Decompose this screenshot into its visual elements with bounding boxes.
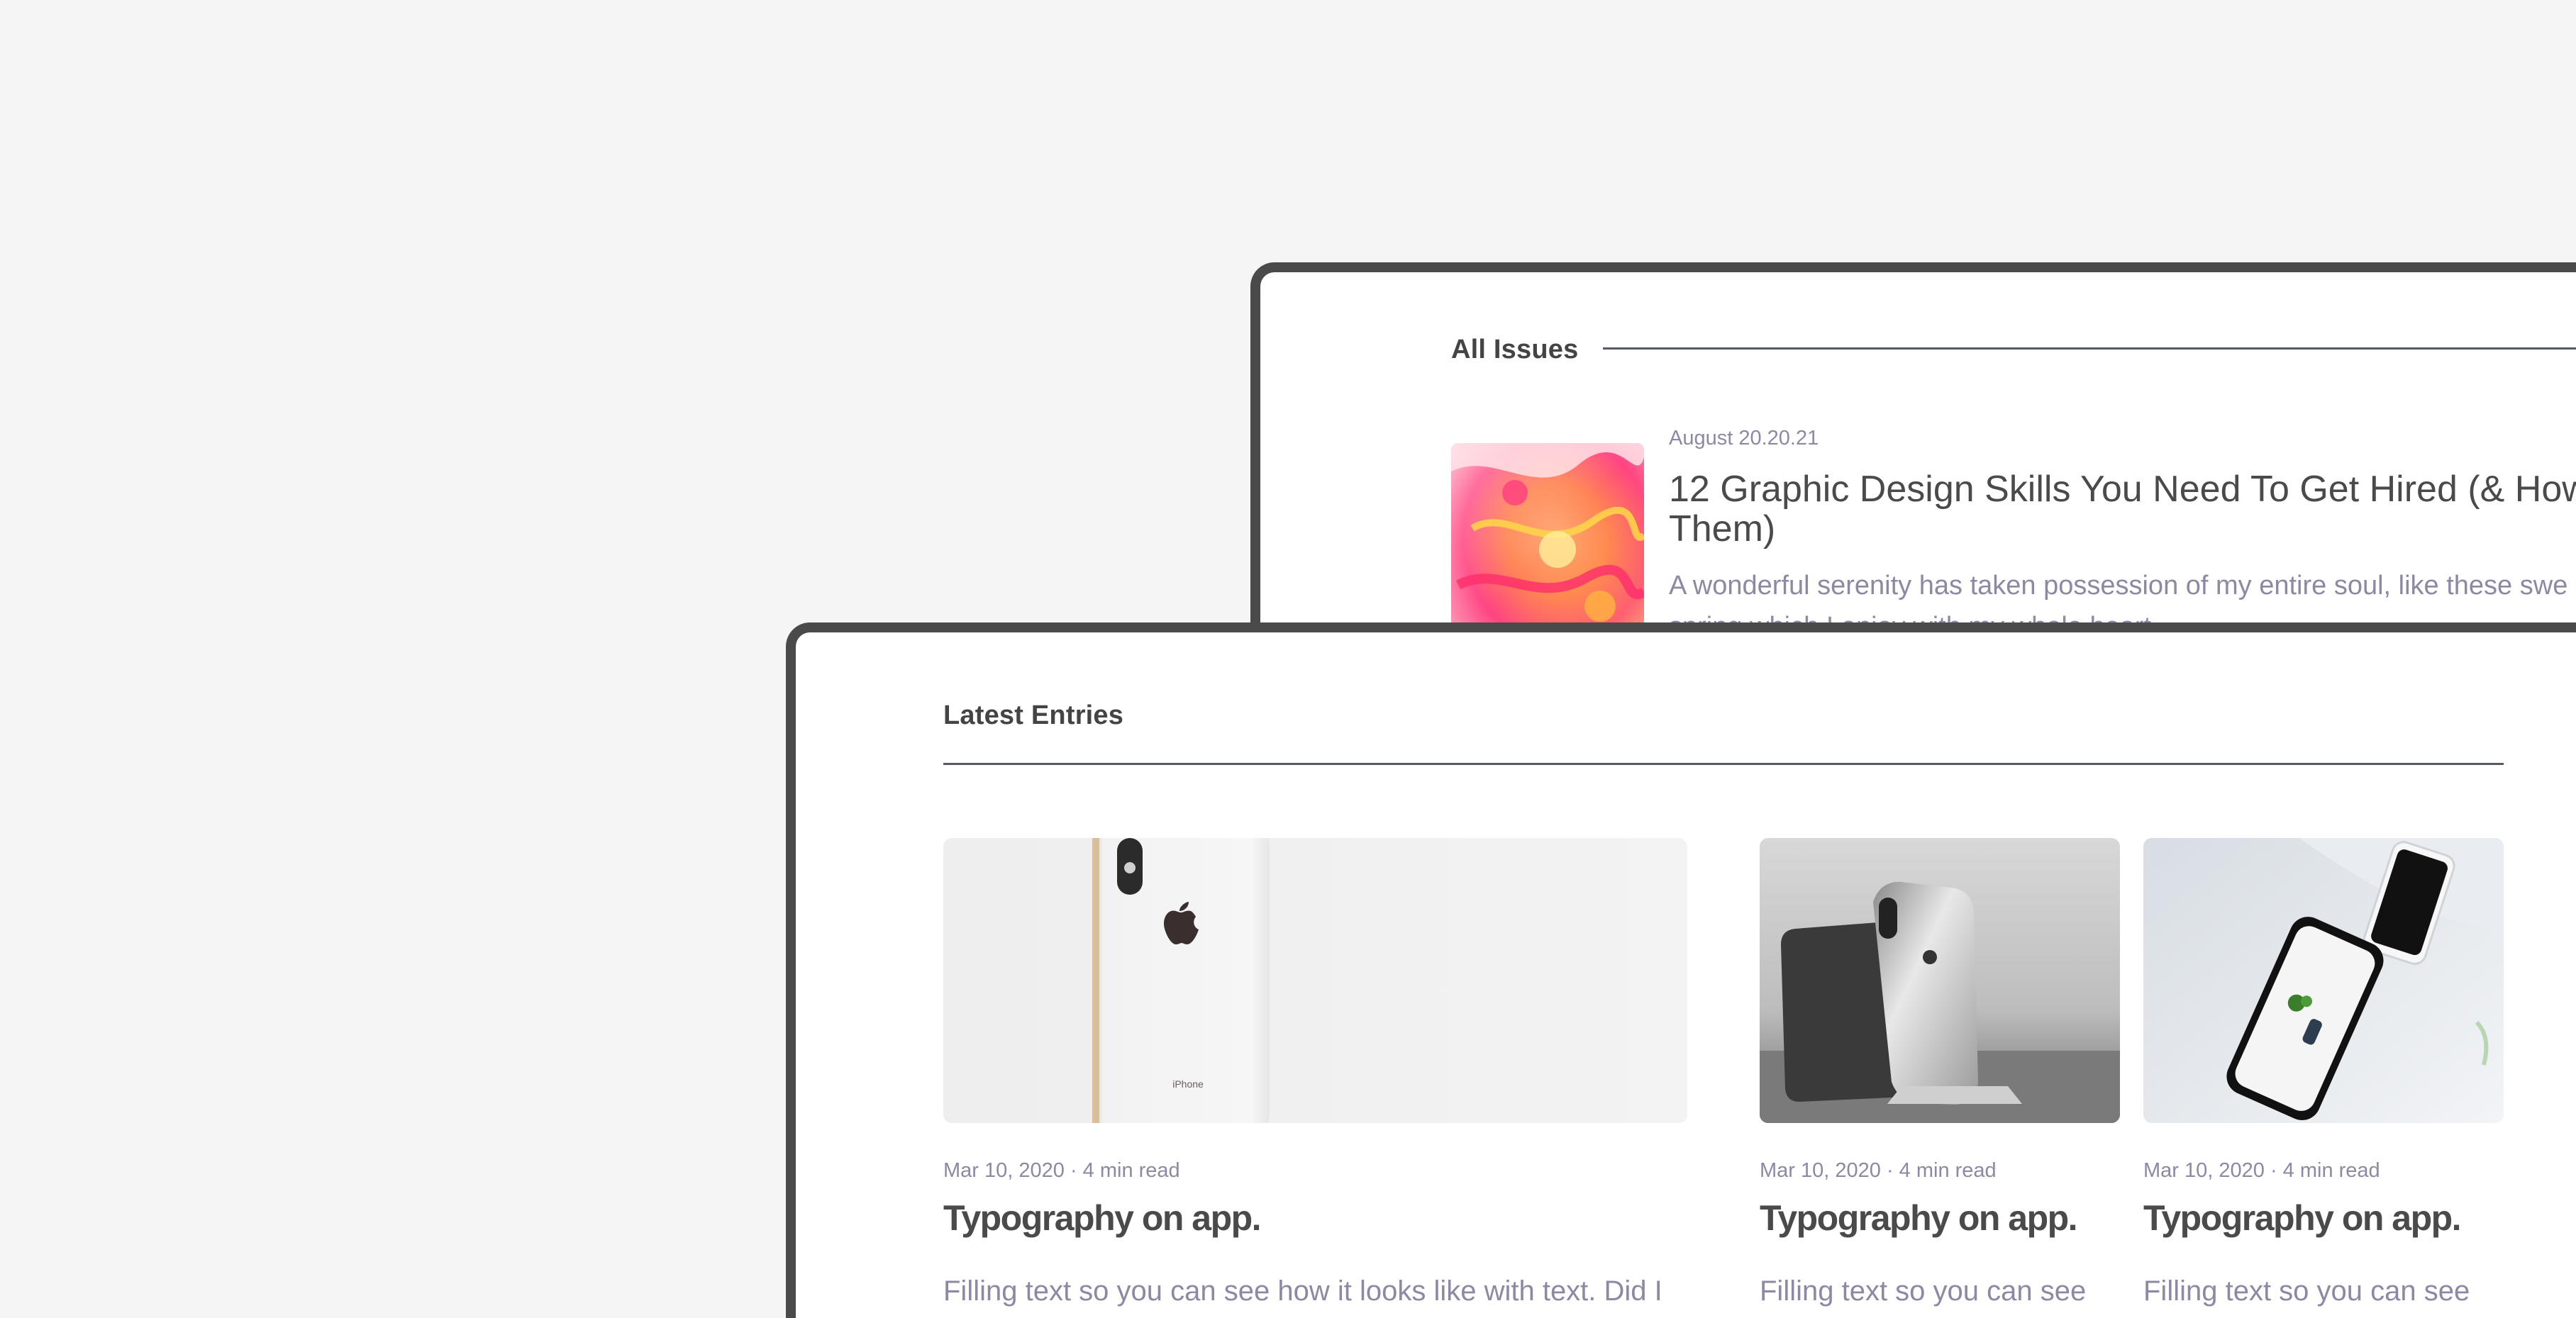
card-image-iphone-stand[interactable] bbox=[1760, 838, 2120, 1123]
all-issues-divider bbox=[1603, 347, 2576, 350]
card-excerpt-line2: how it looks like with text. Did I bbox=[2143, 1312, 2512, 1318]
card-meta: Mar 10, 2020 · 4 min read bbox=[1760, 1159, 1997, 1182]
issue-thumbnail[interactable] bbox=[1451, 443, 1644, 645]
card-meta: Mar 10, 2020 · 4 min read bbox=[2143, 1159, 2380, 1182]
issue-date: August 20.20.21 bbox=[1669, 427, 1819, 449]
issue-excerpt-line1: A wonderful serenity has taken possessio… bbox=[1669, 571, 2568, 601]
card-excerpt: Filling text so you can see how it looks… bbox=[1760, 1270, 2128, 1318]
card-title[interactable]: Typography on app. bbox=[2143, 1197, 2462, 1239]
card-image-phones-desk[interactable] bbox=[2143, 838, 2504, 1123]
card-excerpt-line1: Filling text so you can see how it looks… bbox=[943, 1275, 1662, 1307]
card-title[interactable]: Typography on app. bbox=[943, 1197, 1262, 1239]
card-excerpt: Filling text so you can see how it looks… bbox=[2143, 1270, 2512, 1318]
card-image-iphone-back[interactable]: iPhone bbox=[943, 838, 1687, 1123]
latest-entries-divider bbox=[943, 763, 2504, 765]
card-meta: Mar 10, 2020 · 4 min read bbox=[943, 1159, 1180, 1182]
all-issues-heading: All Issues bbox=[1451, 335, 1579, 364]
card-excerpt-line2: how it looks like with text. Did I bbox=[1760, 1312, 2128, 1318]
card-excerpt-line1: Filling text so you can see bbox=[1760, 1275, 2087, 1307]
card-excerpt-line2: said text? bbox=[943, 1312, 1662, 1318]
latest-entries-heading: Latest Entries bbox=[943, 700, 1124, 730]
card-excerpt: Filling text so you can see how it looks… bbox=[943, 1270, 1662, 1318]
card-excerpt-line1: Filling text so you can see bbox=[2143, 1275, 2470, 1307]
issue-title-line2[interactable]: Them) bbox=[1669, 509, 1775, 549]
all-issues-window: All Issues August 20.20.21 12 Graphic De… bbox=[1250, 262, 2576, 645]
iphone-label: iPhone bbox=[1172, 1078, 1204, 1090]
issue-title-line1[interactable]: 12 Graphic Design Skills You Need To Get… bbox=[1669, 469, 2576, 509]
card-title[interactable]: Typography on app. bbox=[1760, 1197, 2078, 1239]
latest-entries-window: Latest Entries iPhone Mar 10, 2020 · 4 m… bbox=[786, 622, 2576, 1318]
